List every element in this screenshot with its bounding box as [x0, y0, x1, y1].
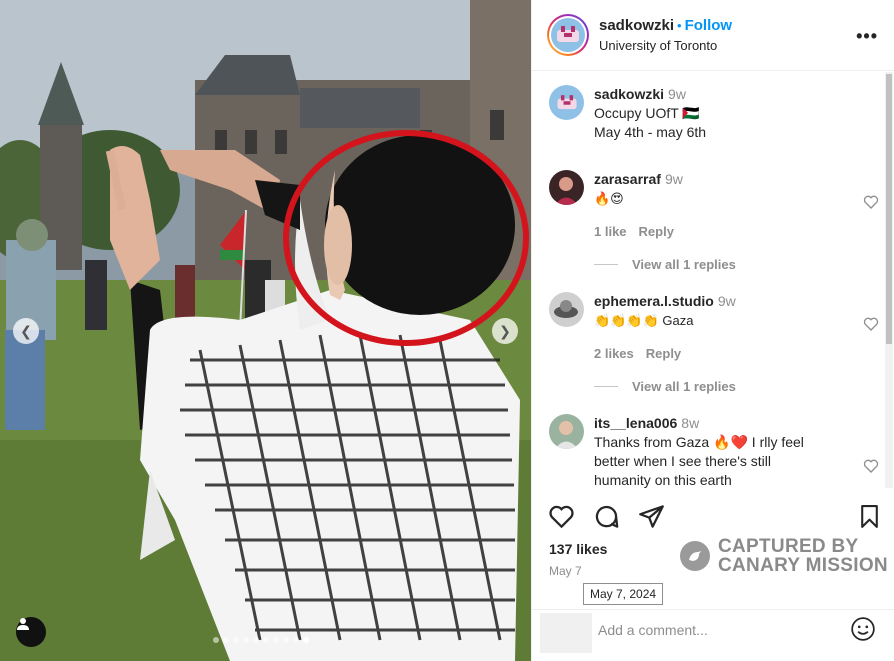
post-location[interactable]: University of Toronto — [599, 38, 732, 53]
carousel-dot — [293, 637, 299, 643]
follow-button[interactable]: Follow — [685, 17, 733, 34]
caption-line-1: Occupy UOfT 🇵🇸 — [594, 105, 700, 121]
comment-text-line-2: better when I see there's still — [594, 453, 771, 469]
commenter-avatar[interactable] — [549, 292, 584, 327]
tagged-users-button[interactable] — [16, 617, 46, 647]
comment-item: ephemera.l.studio 9w 👏👏👏👏 Gaza 2 likes Rep… — [549, 292, 879, 363]
carousel-indicator — [213, 637, 309, 643]
view-replies-label: View all 1 replies — [632, 257, 736, 272]
view-replies-button[interactable]: View all 1 replies — [594, 257, 736, 272]
cat-avatar-icon — [556, 94, 577, 109]
caption-time[interactable]: 9w — [668, 86, 686, 102]
carousel-dot — [253, 637, 259, 643]
comment-time[interactable]: 9w — [665, 171, 683, 187]
carousel-dot — [273, 637, 279, 643]
share-paper-plane-icon[interactable] — [638, 503, 665, 530]
commenter-username[interactable]: its__lena006 — [594, 415, 677, 431]
reply-button[interactable]: Reply — [639, 224, 674, 239]
chevron-left-icon: ❮ — [20, 322, 32, 339]
caption-avatar[interactable] — [549, 85, 584, 120]
post-header: sadkowzki • Follow University of Toronto •… — [532, 0, 894, 71]
comments-list[interactable]: sadkowzki 9w Occupy UOfT 🇵🇸 May 4th - may… — [532, 72, 885, 488]
action-bar — [548, 503, 884, 533]
carousel-dot — [303, 637, 309, 643]
date-tooltip: May 7, 2024 — [583, 583, 664, 605]
comment-bubble-icon[interactable] — [593, 503, 620, 530]
likes-count[interactable]: 137 likes — [549, 541, 607, 557]
comment-text: 🔥😍 — [594, 191, 624, 206]
commenter-avatar[interactable] — [549, 170, 584, 205]
profile-photo-icon — [554, 300, 578, 318]
post-caption: sadkowzki 9w Occupy UOfT 🇵🇸 May 4th - may… — [549, 85, 879, 142]
view-replies-button[interactable]: View all 1 replies — [594, 379, 736, 394]
commenter-username[interactable]: zarasarraf — [594, 171, 661, 187]
header-separator: • — [677, 18, 682, 33]
watermark: CAPTURED BY CANARY MISSION — [680, 537, 888, 575]
profile-photo-icon — [555, 421, 578, 449]
carousel-dot — [213, 637, 219, 643]
scrollbar-thumb[interactable] — [886, 74, 892, 344]
watermark-line-2: CANARY MISSION — [718, 555, 888, 576]
more-options-button[interactable]: ••• — [856, 26, 878, 47]
profile-photo-icon — [555, 177, 578, 205]
carousel-dot — [263, 637, 269, 643]
comment-text: 👏👏👏👏 Gaza — [594, 313, 694, 328]
watermark-line-1: CAPTURED BY — [718, 536, 859, 557]
user-icon — [17, 618, 29, 630]
author-username[interactable]: sadkowzki — [599, 17, 674, 34]
like-comment-heart-icon[interactable] — [863, 194, 879, 210]
chevron-right-icon: ❯ — [499, 322, 511, 339]
cat-avatar-icon — [557, 26, 579, 42]
comment-time[interactable]: 8w — [681, 415, 699, 431]
post-photo[interactable]: ❮ ❯ — [0, 0, 531, 661]
redacted-avatar — [540, 613, 592, 653]
like-comment-heart-icon[interactable] — [863, 458, 879, 474]
protest-photo — [0, 0, 531, 661]
carousel-dot — [223, 637, 229, 643]
like-comment-heart-icon[interactable] — [863, 316, 879, 332]
comments-scrollbar[interactable] — [885, 72, 893, 488]
like-heart-icon[interactable] — [548, 503, 575, 530]
commenter-username[interactable]: ephemera.l.studio — [594, 293, 714, 309]
previous-photo-button[interactable]: ❮ — [13, 318, 39, 344]
comment-likes[interactable]: 2 likes — [594, 346, 634, 361]
add-comment-input[interactable]: Add a comment... — [598, 622, 708, 638]
comment-text-line-1: Thanks from Gaza 🔥❤️ I rlly feel — [594, 434, 804, 450]
comment-item: its__lena006 8w Thanks from Gaza 🔥❤️ I rl… — [549, 414, 879, 488]
author-avatar[interactable] — [547, 14, 589, 56]
caption-line-2: May 4th - may 6th — [594, 124, 707, 140]
commenter-avatar[interactable] — [549, 414, 584, 449]
next-photo-button[interactable]: ❯ — [492, 318, 518, 344]
save-bookmark-icon[interactable] — [857, 503, 882, 530]
caption-username[interactable]: sadkowzki — [594, 86, 664, 102]
comment-item: zarasarraf 9w 🔥😍 1 like Reply — [549, 170, 879, 241]
add-comment-bar: Add a comment... — [531, 609, 894, 661]
carousel-dot — [283, 637, 289, 643]
carousel-dot — [243, 637, 249, 643]
reply-button[interactable]: Reply — [646, 346, 681, 361]
comment-time[interactable]: 9w — [718, 293, 736, 309]
comment-likes[interactable]: 1 like — [594, 224, 627, 239]
post-date[interactable]: May 7 — [549, 564, 582, 578]
emoji-smile-icon[interactable] — [850, 616, 876, 642]
view-replies-label: View all 1 replies — [632, 379, 736, 394]
comment-text-line-3: humanity on this earth — [594, 472, 732, 488]
carousel-dot — [233, 637, 239, 643]
canary-bird-icon — [680, 541, 710, 571]
